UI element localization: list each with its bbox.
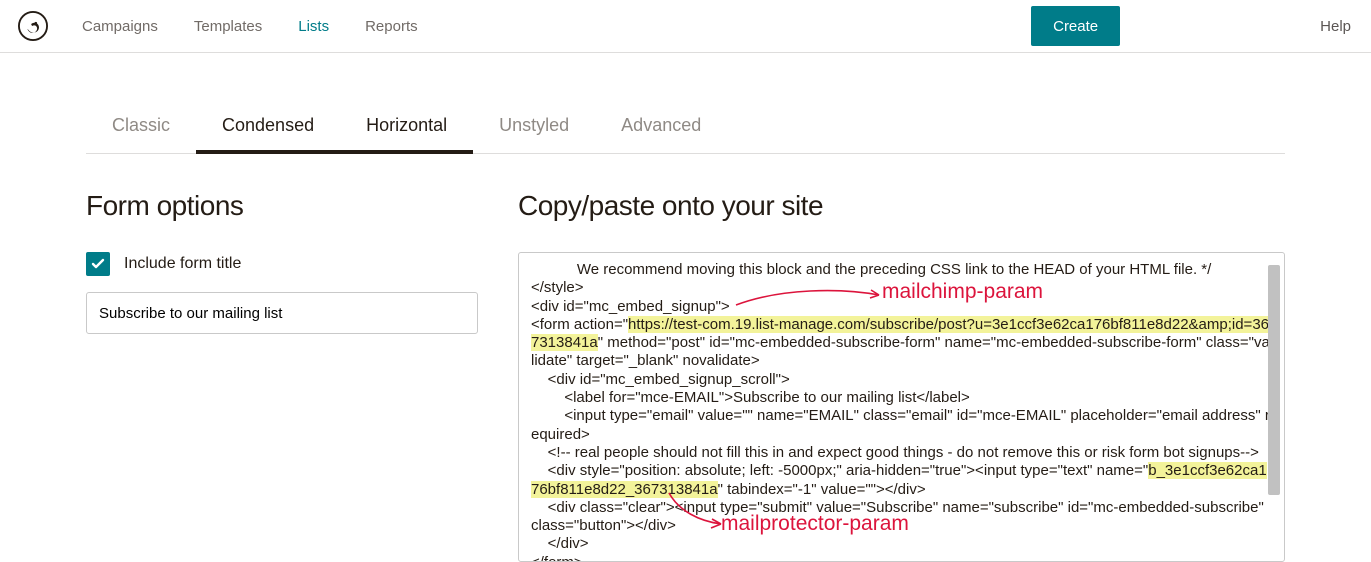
tab-horizontal[interactable]: Horizontal [340,101,473,154]
include-form-title-checkbox[interactable] [86,252,110,276]
create-button[interactable]: Create [1031,6,1120,46]
top-nav-bar: Campaigns Templates Lists Reports Create… [0,0,1371,53]
mailchimp-logo-icon[interactable] [18,11,48,41]
nav-reports[interactable]: Reports [365,18,418,35]
nav-campaigns[interactable]: Campaigns [82,18,158,35]
form-options-heading: Form options [86,190,478,222]
code-scrollbar-thumb[interactable] [1268,265,1280,495]
embed-code-box[interactable]: We recommend moving this block and the p… [518,252,1285,562]
nav-lists[interactable]: Lists [298,18,329,35]
copy-paste-heading: Copy/paste onto your site [518,190,1285,222]
form-style-tabs: Classic Condensed Horizontal Unstyled Ad… [86,101,1285,154]
help-link[interactable]: Help [1320,18,1351,35]
primary-nav: Campaigns Templates Lists Reports [82,18,418,35]
code-scrollbar[interactable] [1267,259,1281,557]
tab-advanced[interactable]: Advanced [595,101,727,154]
tab-classic[interactable]: Classic [86,101,196,154]
tab-condensed[interactable]: Condensed [196,101,340,154]
embed-code-content: We recommend moving this block and the p… [531,261,1272,562]
form-title-input[interactable] [86,292,478,334]
form-options-panel: Form options Include form title [86,190,478,562]
embed-code-panel: Copy/paste onto your site We recommend m… [518,190,1285,562]
tab-unstyled[interactable]: Unstyled [473,101,595,154]
include-form-title-label: Include form title [124,255,241,273]
nav-templates[interactable]: Templates [194,18,262,35]
